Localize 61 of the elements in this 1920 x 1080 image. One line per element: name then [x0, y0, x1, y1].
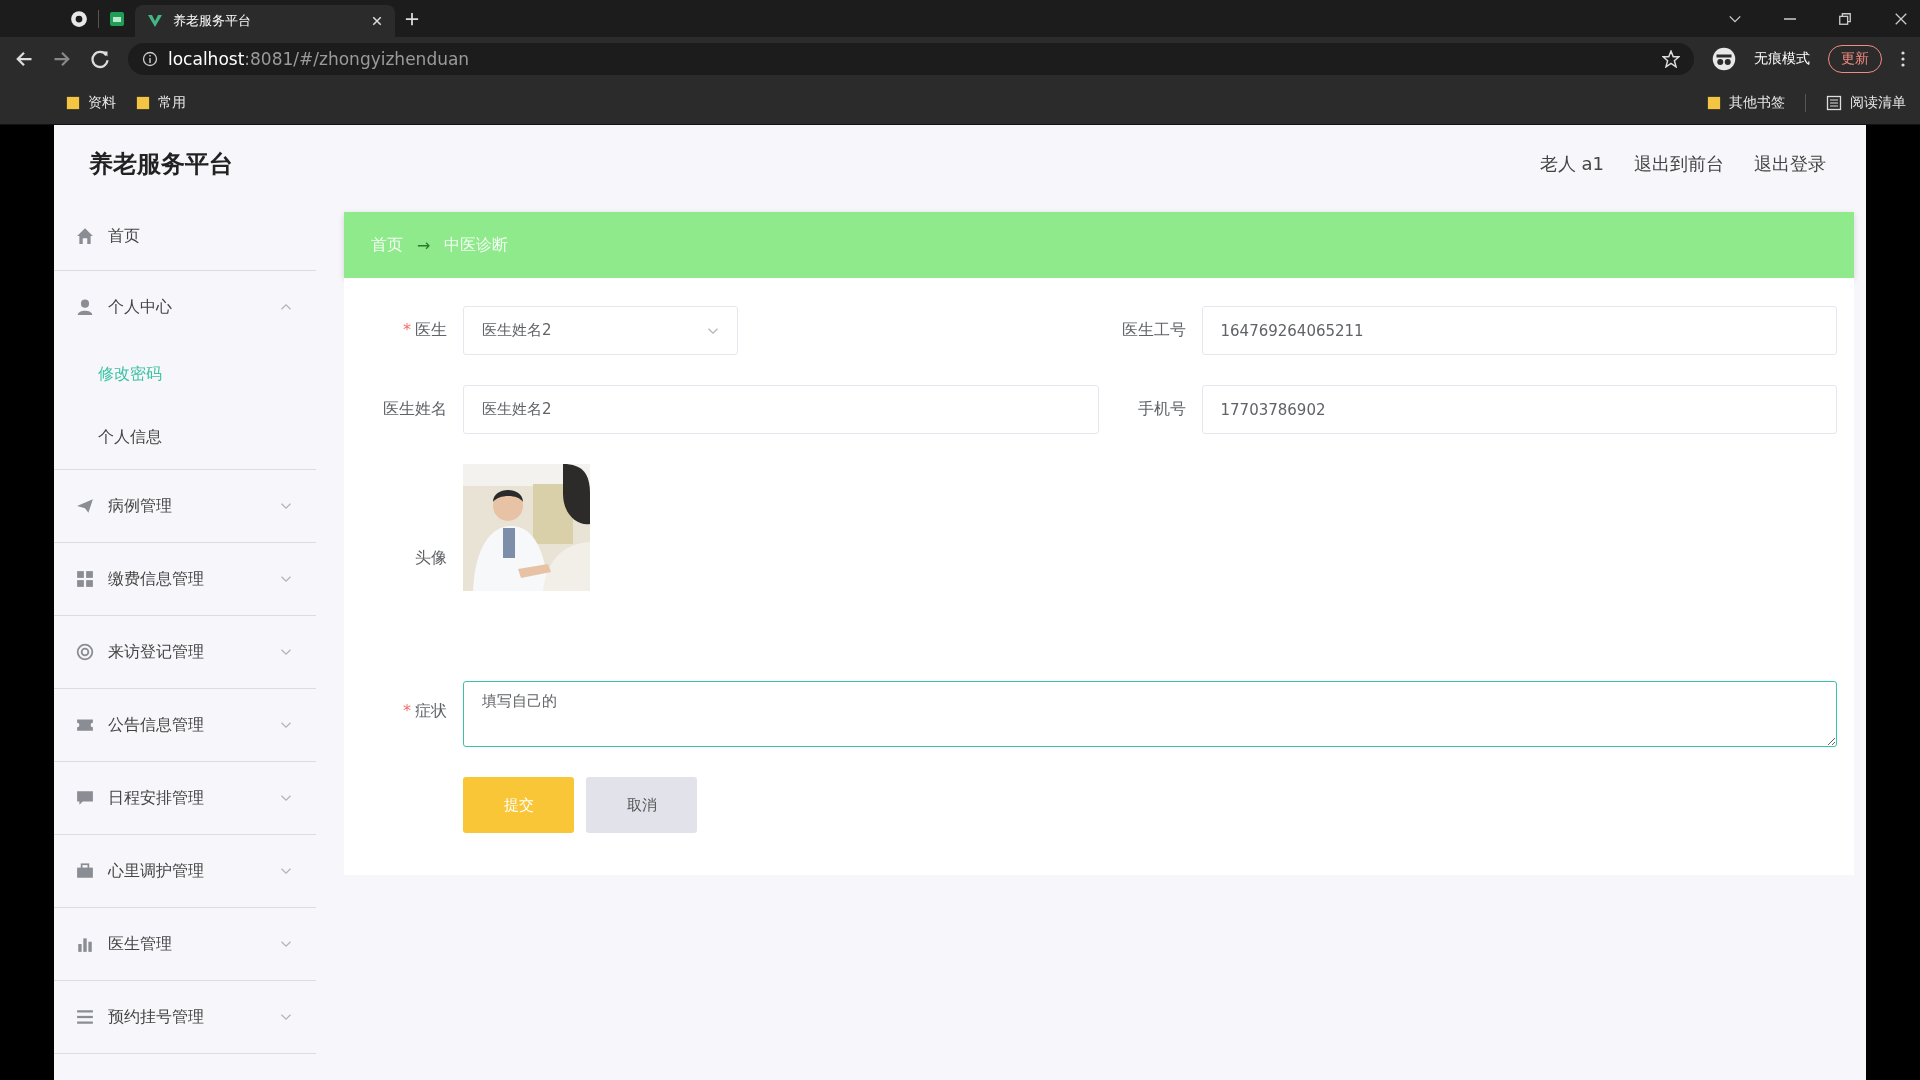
field-label: * 症状: [402, 700, 447, 722]
info-icon: [142, 51, 158, 67]
text-field[interactable]: 164769264065211: [1201, 306, 1837, 355]
sidebar-item[interactable]: 公告信息管理: [54, 689, 316, 761]
sidebar-item[interactable]: 来访登记管理: [54, 616, 316, 688]
bookmark[interactable]: 其他书签: [1707, 93, 1785, 112]
forward-icon: [52, 49, 72, 69]
field-label: 医生工号: [1120, 320, 1186, 341]
bar-chart-icon: [76, 935, 94, 953]
sidebar-item[interactable]: 首页: [54, 202, 316, 270]
sidebar-subitem[interactable]: 个人信息: [54, 406, 316, 469]
close-icon: [1894, 11, 1908, 26]
breadcrumb-separator: →: [417, 235, 431, 255]
paper-plane-icon: [76, 497, 94, 515]
sidebar-item[interactable]: 个人中心: [54, 271, 316, 343]
v-logo-icon: [147, 13, 163, 29]
header-link[interactable]: 退出到前台: [1634, 151, 1724, 176]
star-icon: [1662, 50, 1680, 68]
ticket-icon: [76, 716, 94, 734]
close-icon: [371, 15, 383, 27]
user-icon: [76, 298, 94, 316]
sheet-icon: [109, 10, 125, 27]
header-link[interactable]: 退出登录: [1754, 151, 1826, 176]
grid-icon: [76, 570, 94, 588]
sidebar-item[interactable]: 日程安排管理: [54, 762, 316, 834]
sidebar-item[interactable]: 医生管理: [54, 908, 316, 980]
cancel-button[interactable]: 取消: [586, 777, 697, 833]
browser-tab[interactable]: 养老服务平台: [135, 5, 395, 37]
folder-icon: [136, 94, 150, 111]
briefcase-icon: [76, 862, 94, 880]
field-label: 手机号: [1136, 399, 1186, 420]
field-label: 头像: [414, 548, 447, 569]
reload-icon: [90, 49, 110, 69]
folder-icon: [66, 94, 80, 111]
chat-icon: [76, 789, 94, 807]
sidebar-item[interactable]: 病例管理: [54, 470, 316, 542]
field-label: 医生姓名: [382, 399, 447, 420]
app-title: 养老服务平台: [89, 148, 233, 180]
sidebar-item[interactable]: 心里调护管理: [54, 835, 316, 907]
bookmark[interactable]: 常用: [136, 93, 186, 112]
bookmark[interactable]: 资料: [66, 93, 116, 112]
incognito-label: 无痕模式: [1754, 50, 1810, 68]
back-icon: [14, 49, 34, 69]
restore-icon: [1838, 11, 1852, 26]
breadcrumb-item: 中医诊断: [444, 234, 509, 256]
sidebar-item[interactable]: 缴费信息管理: [54, 543, 316, 615]
doctor-select[interactable]: 医生姓名2: [463, 306, 738, 355]
header-link[interactable]: 老人 a1: [1539, 151, 1604, 176]
folder-icon: [1707, 94, 1721, 111]
field-label: * 医生: [402, 320, 447, 341]
symptom-field[interactable]: 填写自己的: [463, 681, 1837, 747]
more-icon: [1900, 50, 1906, 68]
home-icon: [76, 227, 94, 245]
minimize-icon: [1784, 17, 1796, 20]
text-field[interactable]: 17703786902: [1201, 385, 1837, 434]
bookmark[interactable]: 阅读清单: [1826, 93, 1906, 112]
list-icon: [76, 1008, 94, 1026]
plus-icon: [405, 11, 419, 26]
reading-list-icon: [1826, 94, 1842, 111]
sidebar-item[interactable]: 预约挂号管理: [54, 981, 316, 1053]
text-field[interactable]: 医生姓名2: [463, 385, 1099, 434]
